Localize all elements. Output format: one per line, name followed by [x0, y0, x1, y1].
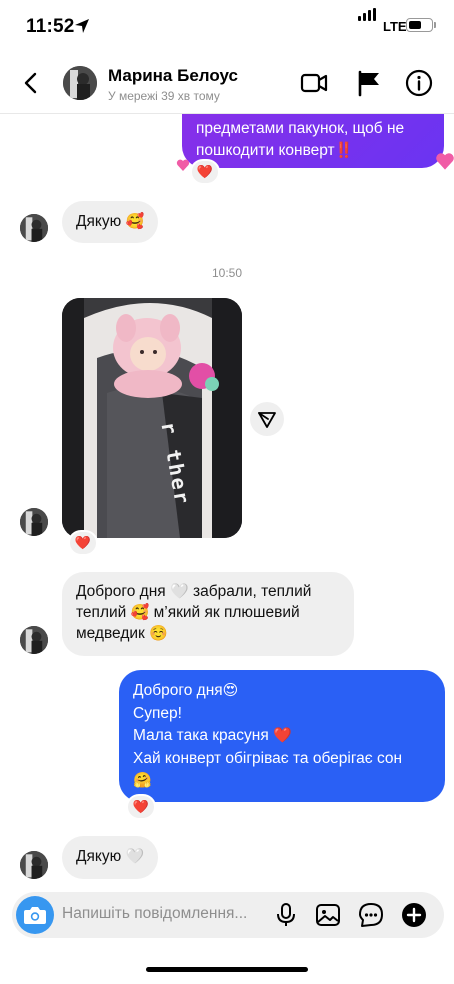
emoji: 🤗: [133, 772, 152, 789]
photo-image: [62, 298, 242, 538]
back-chevron-icon[interactable]: [14, 66, 48, 100]
message-text: Дякую: [76, 848, 122, 865]
emoji: 🤍: [125, 848, 145, 865]
outgoing-message[interactable]: Доброго дня😍 Супер! Мала така красуня ❤️…: [119, 670, 445, 802]
heart-reaction[interactable]: ❤️: [68, 530, 98, 556]
emoji: ‼️: [334, 142, 354, 159]
message-text: забрали, теплий: [188, 583, 312, 600]
message-text: Супер!: [133, 704, 182, 722]
reaction-emoji: ❤️: [132, 799, 150, 814]
contact-status: У мережі 39 хв тому: [108, 89, 220, 103]
message-input[interactable]: Напишіть повідомлення...: [62, 905, 272, 923]
contact-name[interactable]: Марина Белоус: [108, 66, 238, 86]
message-list[interactable]: предметами пакунок, щоб не пошкодити кон…: [0, 114, 454, 884]
avatar[interactable]: [20, 508, 48, 536]
microphone-icon[interactable]: [272, 901, 300, 929]
message-text: Доброго дня: [76, 583, 166, 600]
message-line: 🤗: [133, 770, 431, 793]
message-line: Хай конверт обігріває та оберігає сон: [133, 748, 431, 771]
message-line: теплий 🥰 м’який як плюшевий: [76, 602, 340, 623]
share-button[interactable]: [250, 402, 284, 436]
battery-fill: [408, 20, 421, 29]
message-line: Мала така красуня ❤️: [133, 725, 431, 748]
sticker-chat-icon[interactable]: [357, 901, 385, 929]
status-bar: 11:52 LTE: [0, 0, 454, 56]
emoji: ❤️: [273, 727, 292, 744]
emoji: 🥰: [125, 213, 145, 230]
emoji: 🥰: [130, 604, 150, 621]
status-time: 11:52: [26, 16, 75, 37]
send-share-icon: [258, 412, 276, 428]
location-arrow-icon: [75, 19, 89, 33]
photo-message[interactable]: r ther: [62, 298, 242, 538]
avatar[interactable]: [63, 66, 97, 100]
emoji: 🤍: [169, 583, 189, 600]
message-text: Дякую: [76, 213, 122, 230]
camera-icon: [24, 907, 46, 924]
message-text: медведик: [76, 625, 145, 642]
plus-circle-icon[interactable]: [400, 901, 428, 929]
message-line: медведик ☺️: [76, 623, 340, 644]
emoji: 😍: [222, 682, 239, 699]
battery-icon: [406, 18, 433, 32]
message-text: Хай конверт обігріває та оберігає сон: [133, 749, 403, 767]
message-line: Супер!: [133, 703, 431, 726]
gallery-icon[interactable]: [314, 901, 342, 929]
heart-reaction[interactable]: ❤️: [190, 159, 220, 185]
message-text: Мала така красуня: [133, 727, 269, 744]
message-composer: Напишіть повідомлення...: [12, 892, 444, 938]
avatar[interactable]: [20, 626, 48, 654]
floating-heart-icon: [176, 159, 190, 171]
home-indicator: [146, 967, 308, 972]
incoming-message[interactable]: Дякую 🥰: [62, 201, 159, 243]
message-text: предметами пакунок, щоб не пошкодити кон…: [196, 120, 405, 159]
flag-icon[interactable]: [354, 68, 384, 98]
info-icon[interactable]: [404, 68, 434, 98]
camera-button[interactable]: [16, 896, 54, 934]
video-call-icon[interactable]: [299, 68, 329, 98]
floating-heart-icon: [436, 153, 454, 170]
emoji: ☺️: [149, 625, 168, 642]
message-line: Доброго дня 🤍 забрали, теплий: [76, 581, 340, 602]
message-text: Доброго дня: [133, 682, 223, 699]
timestamp: 10:50: [211, 266, 243, 280]
incoming-message[interactable]: Дякую 🤍: [62, 836, 159, 879]
reaction-emoji: ❤️: [196, 164, 214, 179]
battery-cap: [434, 22, 436, 28]
avatar[interactable]: [20, 214, 48, 242]
chat-header: Марина Белоус У мережі 39 хв тому: [0, 56, 454, 114]
message-line: Доброго дня😍: [133, 680, 431, 703]
heart-reaction[interactable]: ❤️: [126, 794, 156, 820]
avatar[interactable]: [20, 851, 48, 879]
outgoing-message[interactable]: предметами пакунок, щоб не пошкодити кон…: [182, 114, 444, 168]
message-text: м’який як плюшевий: [149, 604, 300, 621]
network-label: LTE: [383, 19, 407, 34]
message-text: теплий: [76, 604, 127, 621]
reaction-emoji: ❤️: [74, 535, 92, 550]
incoming-message[interactable]: Доброго дня 🤍 забрали, теплий теплий 🥰 м…: [62, 572, 354, 656]
